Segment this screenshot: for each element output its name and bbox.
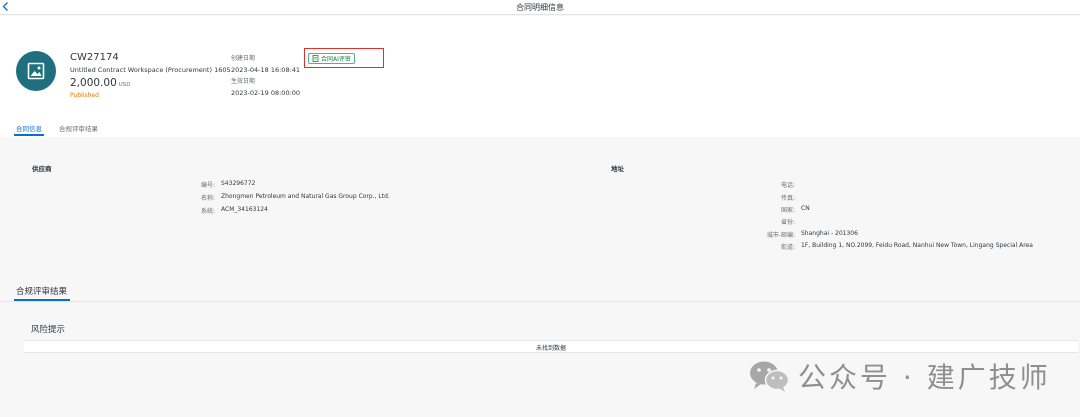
watermark: 公众号 · 建广技师 [748,356,1051,396]
watermark-text: 公众号 · 建广技师 [798,361,1051,394]
amount-value: 2,000.00 [70,77,117,89]
supplier-address-section: 供应商 编号: S43296772 名称: Zhongmen Petroleum… [0,137,1080,277]
province-label: 省份: [780,219,795,226]
page-title: 合同明细信息 [516,3,564,12]
supplier-number-label: 编号: [200,182,215,189]
street-value: 1F, Building 1, NO.2099, Feidu Road, Nan… [801,242,1033,249]
supplier-system-value: ACM_34163124 [221,206,268,213]
tab-compliance-result[interactable]: 合规评审结果 [59,123,98,133]
effective-date-value: 2023-02-19 08:00:00 [231,89,301,97]
country-value: CN [801,205,810,212]
compliance-section-title: 合规评审结果 [16,287,68,297]
risk-title: 风险提示 [31,325,66,335]
wechat-icon [750,361,790,392]
city-zip-value: Shanghai - 201306 [801,230,858,237]
contract-amount: 2,000.00 USD [70,77,131,89]
tab-contract-info[interactable]: 合同信息 [16,123,42,133]
status-badge: Published [70,92,99,99]
fax-label: 传真: [780,195,795,202]
contract-subtitle: Untitled Contract Workspace (Procurement… [70,66,231,74]
contract-id: CW27174 [70,52,119,63]
avatar [16,51,56,91]
ai-review-button[interactable]: 合同AI评审 [308,53,355,64]
supplier-name-label: 名称: [200,195,215,202]
country-label: 国家: [780,207,795,214]
active-tab-indicator [14,134,44,136]
supplier-name-value: Zhongmen Petroleum and Natural Gas Group… [221,193,390,200]
top-bar: 合同明细信息 [0,0,1080,15]
no-data-text: 未找到数据 [535,345,566,352]
object-header: CW27174 Untitled Contract Workspace (Pro… [0,16,1080,137]
street-label: 街道: [780,244,795,251]
image-icon [27,62,45,80]
risk-table: 未找到数据 [24,340,1078,353]
supplier-heading: 供应商 [32,165,52,173]
supplier-system-label: 系统: [200,208,215,215]
ai-review-label: 合同AI评审 [321,56,351,63]
address-heading: 地址 [611,165,624,173]
document-icon [312,55,319,62]
city-zip-label: 城市-邮编: [766,232,795,239]
created-date-label: 创建日期 [231,55,256,62]
divider [0,301,1080,302]
effective-date-label: 生效日期 [231,78,256,85]
created-date-value: 2023-04-18 16:08:41 [231,66,301,74]
supplier-number-value: S43296772 [221,180,256,187]
phone-label: 电话: [780,182,795,189]
currency-code: USD [118,82,131,88]
tab-bar: 合同信息 合规评审结果 [0,119,1080,137]
